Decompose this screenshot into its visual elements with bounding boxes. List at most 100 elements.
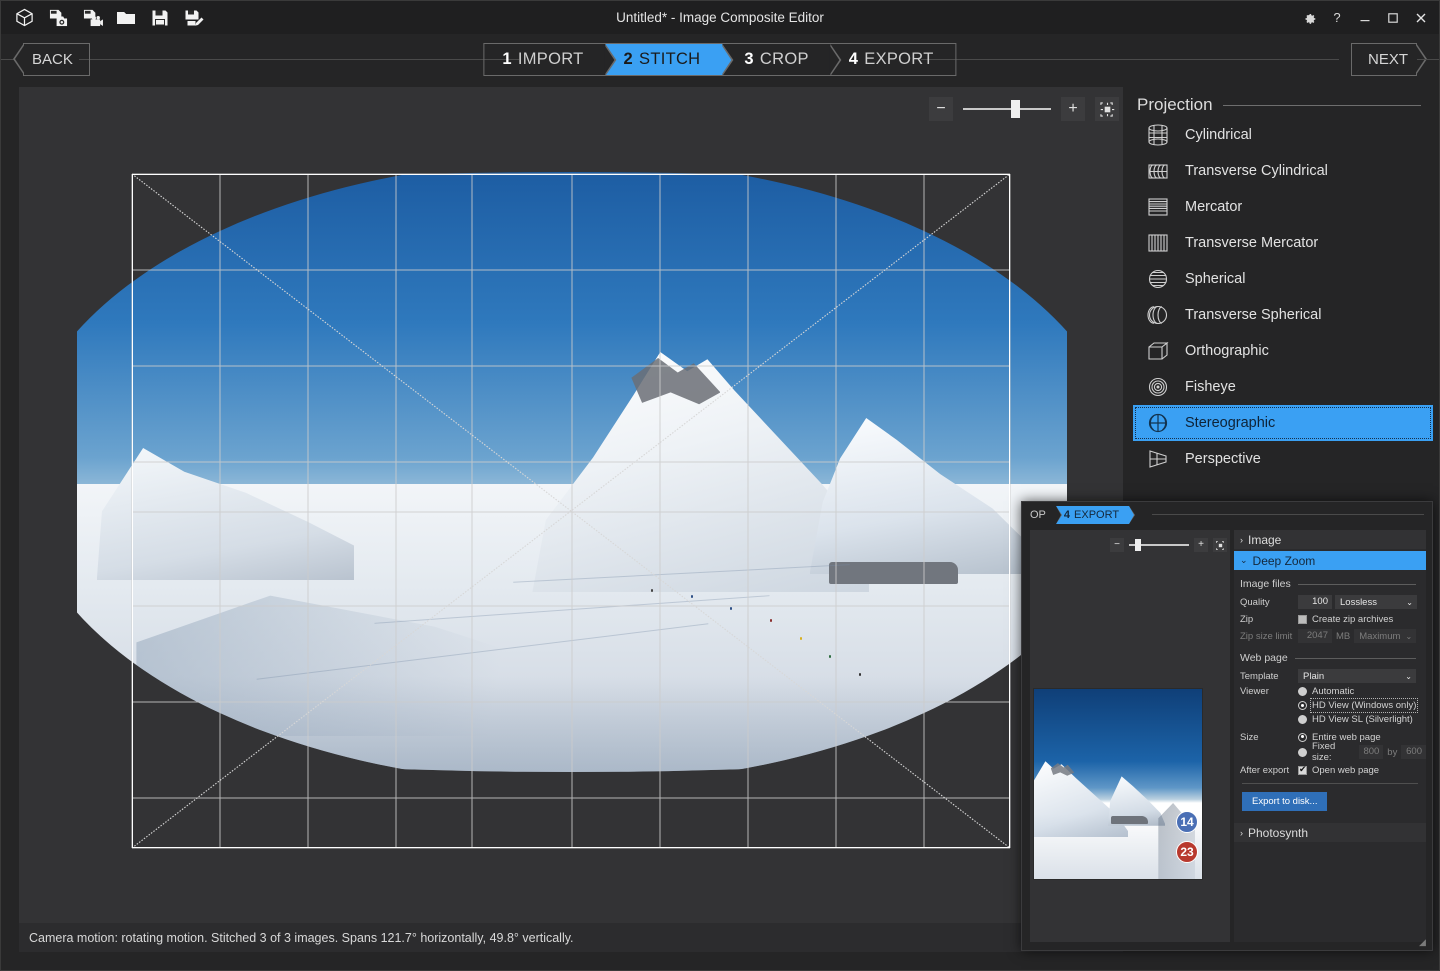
ew-wizard-rule xyxy=(1152,514,1424,515)
group-rule xyxy=(1298,584,1416,585)
viewer-radio-hd-view-sl[interactable] xyxy=(1298,715,1307,724)
size-radio-entire-web-page[interactable] xyxy=(1298,733,1307,742)
spherical-icon xyxy=(1141,265,1175,293)
resize-grip[interactable]: ◢ xyxy=(1419,937,1429,947)
template-select[interactable]: Plain ⌄ xyxy=(1298,669,1416,683)
ew-step-label: EXPORT xyxy=(1074,509,1119,521)
export-fit-to-window-icon[interactable] xyxy=(1213,538,1227,552)
ew-wizard-step-export[interactable]: 4 EXPORT xyxy=(1056,506,1129,524)
projection-item-fisheye[interactable]: Fisheye xyxy=(1133,369,1433,405)
row-viewer-automatic: Viewer Automatic xyxy=(1240,685,1426,698)
maximize-button[interactable] xyxy=(1379,3,1407,33)
projection-label: Spherical xyxy=(1185,271,1245,287)
wizard-step-crop[interactable]: 3 CROP xyxy=(722,44,830,75)
gear-icon[interactable] xyxy=(1295,3,1323,33)
export-to-disk-button[interactable]: Export to disk... xyxy=(1242,792,1327,811)
size-radio-fixed-size[interactable] xyxy=(1298,748,1307,757)
fisheye-icon xyxy=(1141,373,1175,401)
zoom-slider[interactable] xyxy=(963,97,1051,121)
export-zoom-slider[interactable] xyxy=(1129,538,1189,552)
group-rule xyxy=(1295,658,1416,659)
create-zip-archives-checkbox[interactable] xyxy=(1298,615,1307,624)
header-rule xyxy=(1223,105,1421,106)
zip-size-unit: MB xyxy=(1336,631,1350,642)
step-label: STITCH xyxy=(639,50,700,69)
save-project-icon[interactable] xyxy=(145,4,175,32)
cylindrical-icon xyxy=(1141,121,1175,149)
save-project-as-icon[interactable] xyxy=(179,4,209,32)
minimize-button[interactable] xyxy=(1351,3,1379,33)
projection-title: Projection xyxy=(1137,95,1213,115)
zip-size-limit-input: 2047 xyxy=(1298,629,1332,643)
row-template: Template Plain ⌄ xyxy=(1240,668,1426,684)
status-bar: Camera motion: rotating motion. Stitched… xyxy=(19,923,1123,952)
wizard-rule-right xyxy=(921,59,1339,60)
zoom-toolbar: − + xyxy=(929,97,1119,121)
group-image-files-label: Image files xyxy=(1240,578,1291,590)
back-button[interactable]: BACK xyxy=(23,43,90,76)
quality-input[interactable]: 100 xyxy=(1298,595,1332,609)
export-preview-canvas[interactable]: − + 14 23 xyxy=(1030,530,1230,942)
wizard-step-export[interactable]: 4 EXPORT xyxy=(831,44,956,75)
export-zoom-in-button[interactable]: + xyxy=(1194,538,1208,552)
export-properties-panel: › Image ⌄ Deep Zoom Image files Quality … xyxy=(1234,530,1426,942)
transverse-spherical-icon xyxy=(1141,301,1175,329)
zoom-out-button[interactable]: − xyxy=(929,97,953,121)
projection-item-stereographic[interactable]: Stereographic xyxy=(1133,405,1433,441)
section-deep-zoom-label: Deep Zoom xyxy=(1253,554,1316,568)
export-window[interactable]: OP 4 EXPORT − + xyxy=(1021,501,1433,951)
skier-dot xyxy=(859,673,861,676)
quality-mode-select[interactable]: Lossless ⌄ xyxy=(1335,595,1417,609)
viewer-radio-automatic[interactable] xyxy=(1298,687,1307,696)
fixed-width-input: 800 xyxy=(1359,745,1384,759)
projection-label: Mercator xyxy=(1185,199,1242,215)
section-image[interactable]: › Image xyxy=(1234,530,1426,549)
section-image-label: Image xyxy=(1248,533,1281,547)
section-photosynth[interactable]: › Photosynth xyxy=(1234,823,1426,842)
open-project-icon[interactable] xyxy=(111,4,141,32)
chevron-down-icon: ⌄ xyxy=(1406,598,1413,607)
zoom-in-button[interactable]: + xyxy=(1061,97,1085,121)
projection-item-cylindrical[interactable]: Cylindrical xyxy=(1133,117,1433,153)
quality-label: Quality xyxy=(1240,597,1298,608)
projection-item-orthographic[interactable]: Orthographic xyxy=(1133,333,1433,369)
export-zoom-toolbar: − + xyxy=(1110,538,1227,552)
next-button[interactable]: NEXT xyxy=(1351,43,1417,76)
row-quality: Quality 100 Lossless ⌄ xyxy=(1240,594,1426,610)
panorama-preview: 14 23 xyxy=(77,172,1067,772)
projection-item-transverse-spherical[interactable]: Transverse Spherical xyxy=(1133,297,1433,333)
new-panorama-from-images-icon[interactable] xyxy=(43,4,73,32)
projection-item-spherical[interactable]: Spherical xyxy=(1133,261,1433,297)
projection-item-transverse-mercator[interactable]: Transverse Mercator xyxy=(1133,225,1433,261)
row-zip-size-limit: Zip size limit 2047 MB Maximum ⌄ xyxy=(1240,628,1426,644)
zip-size-limit-label: Zip size limit xyxy=(1240,631,1298,642)
projection-item-mercator[interactable]: Mercator xyxy=(1133,189,1433,225)
group-image-files: Image files xyxy=(1240,578,1426,590)
new-panorama-from-video-icon[interactable] xyxy=(77,4,107,32)
export-zoom-slider-thumb[interactable] xyxy=(1135,539,1141,551)
chevron-right-icon: › xyxy=(1240,535,1243,545)
skier-dot xyxy=(800,637,802,640)
close-button[interactable] xyxy=(1407,3,1435,33)
section-deep-zoom[interactable]: ⌄ Deep Zoom xyxy=(1234,551,1426,570)
open-web-page-checkbox[interactable] xyxy=(1298,766,1307,775)
stitch-canvas[interactable]: − + xyxy=(19,87,1123,925)
ew-wizard-step-crop[interactable]: OP xyxy=(1022,506,1056,524)
zip-size-mode-select: Maximum ⌄ xyxy=(1354,629,1416,643)
help-icon[interactable]: ? xyxy=(1323,3,1351,33)
thumbnail-marker-23: 23 xyxy=(1176,841,1198,863)
wizard-step-stitch[interactable]: 2 STITCH xyxy=(606,44,723,75)
stereographic-icon xyxy=(1141,409,1175,437)
fit-to-window-icon[interactable] xyxy=(1095,97,1119,121)
projection-item-perspective[interactable]: Perspective xyxy=(1133,441,1433,477)
wizard-step-import[interactable]: 1 IMPORT xyxy=(484,44,605,75)
size-label: Size xyxy=(1240,732,1298,743)
projection-item-transverse-cylindrical[interactable]: Transverse Cylindrical xyxy=(1133,153,1433,189)
fixed-height-input: 600 xyxy=(1401,745,1426,759)
projection-label: Perspective xyxy=(1185,451,1261,467)
zoom-slider-thumb[interactable] xyxy=(1011,100,1020,118)
row-zip: Zip Create zip archives xyxy=(1240,611,1426,627)
row-after-export: After export Open web page xyxy=(1240,763,1426,777)
export-zoom-out-button[interactable]: − xyxy=(1110,538,1124,552)
viewer-radio-hd-view[interactable] xyxy=(1298,701,1307,710)
